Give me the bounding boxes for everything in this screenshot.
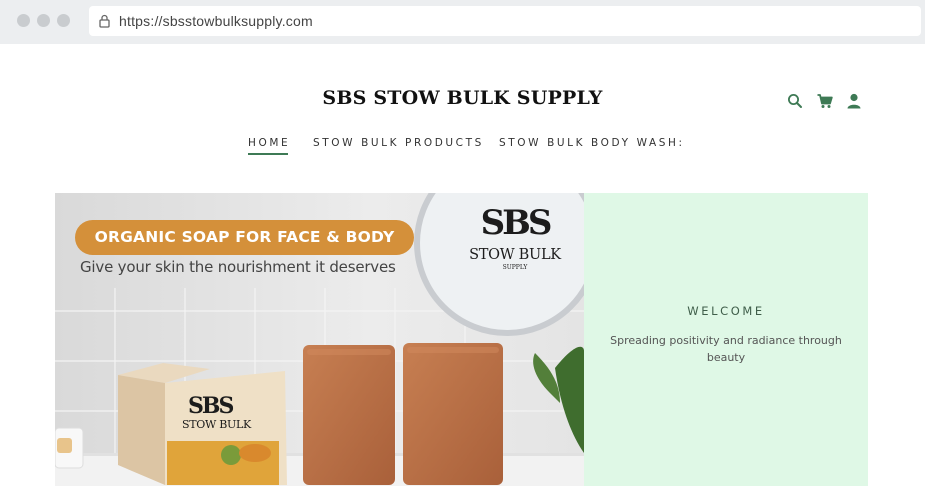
account-icon[interactable] [845, 92, 863, 110]
logo-supply: SUPPLY [502, 264, 528, 271]
nav-item-stow-bulk-body-wash[interactable]: STOW BULK BODY WASH: [499, 137, 685, 149]
nav-item-home[interactable]: HOME [248, 137, 290, 149]
welcome-panel: WELCOME Spreading positivity and radianc… [584, 193, 868, 486]
box-logo-monogram: SBS [188, 393, 234, 419]
address-bar[interactable]: https://sbsstowbulksupply.com [89, 6, 921, 36]
logo-name: STOW BULK [469, 247, 561, 263]
welcome-heading: WELCOME [687, 304, 765, 318]
main-navigation: HOME STOW BULK PRODUCTS STOW BULK BODY W… [0, 137, 925, 157]
url-text: https://sbsstowbulksupply.com [119, 13, 313, 29]
box-logo-name: STOW BULK [182, 418, 251, 431]
window-close-dot[interactable] [17, 14, 30, 27]
banner-pill: ORGANIC SOAP FOR FACE & BODY [75, 220, 414, 255]
welcome-text: Spreading positivity and radiance throug… [610, 334, 842, 364]
search-icon[interactable] [786, 92, 804, 110]
cart-icon[interactable] [816, 92, 834, 110]
lock-icon [99, 14, 110, 28]
banner-subtitle: Give your skin the nourishment it deserv… [80, 258, 396, 276]
logo-monogram: SBS [480, 203, 553, 243]
nav-item-stow-bulk-products[interactable]: STOW BULK PRODUCTS [313, 137, 484, 149]
browser-toolbar: https://sbsstowbulksupply.com [0, 0, 925, 44]
banner-title: ORGANIC SOAP FOR FACE & BODY [94, 228, 395, 246]
window-maximize-dot[interactable] [57, 14, 70, 27]
window-minimize-dot[interactable] [37, 14, 50, 27]
active-nav-underline [248, 153, 288, 155]
brand-logo: SBS STOW BULK SUPPLY [460, 203, 570, 273]
hero-banner-image: ORGANIC SOAP FOR FACE & BODY Give your s… [55, 193, 584, 486]
